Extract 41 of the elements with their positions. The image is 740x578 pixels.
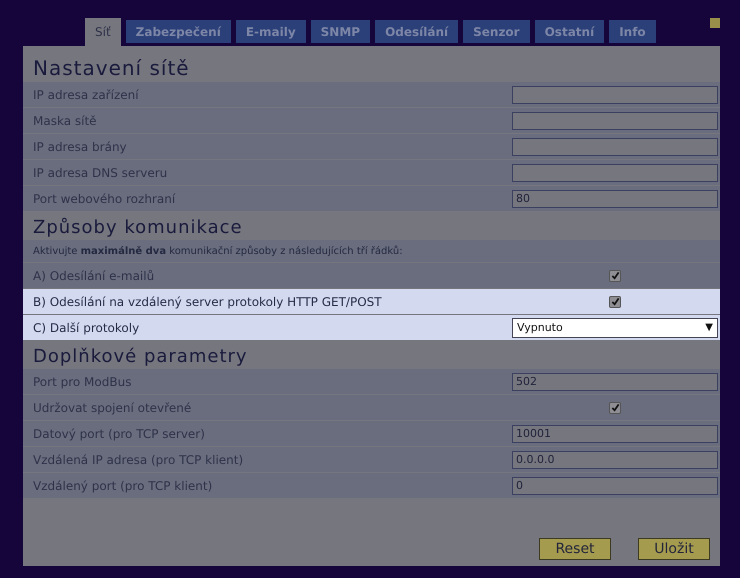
field-label: Datový port (pro TCP server) bbox=[33, 426, 205, 440]
field-label: IP adresa zařízení bbox=[33, 88, 139, 102]
field-label: Maska sítě bbox=[33, 114, 97, 128]
tab[interactable]: Senzor bbox=[463, 20, 530, 43]
input-field[interactable]: 0 bbox=[512, 476, 718, 494]
tab[interactable]: Info bbox=[609, 20, 656, 43]
field-label: Vzdálený port (pro TCP klient) bbox=[33, 478, 212, 492]
field-label: A) Odesílání e-mailů bbox=[33, 268, 154, 282]
tab[interactable]: E-maily bbox=[236, 20, 306, 43]
checkbox[interactable] bbox=[609, 270, 621, 282]
input-field[interactable]: 0.0.0.0 bbox=[512, 450, 718, 468]
input-field[interactable] bbox=[512, 164, 718, 182]
input-field[interactable]: 10001 bbox=[512, 424, 718, 442]
tab[interactable]: Odesílání bbox=[375, 20, 458, 43]
tab[interactable]: Síť bbox=[85, 18, 121, 46]
field-label: Vzdálená IP adresa (pro TCP klient) bbox=[33, 452, 244, 466]
field-label: Udržovat spojení otevřené bbox=[33, 400, 192, 414]
checkbox[interactable] bbox=[609, 296, 621, 308]
tab[interactable]: Zabezpečení bbox=[126, 20, 231, 43]
input-field[interactable] bbox=[512, 112, 718, 130]
field-label: C) Další protokoly bbox=[33, 320, 140, 334]
field-label: IP adresa brány bbox=[33, 140, 127, 154]
action-button[interactable]: Uložit bbox=[638, 538, 710, 560]
square-icon bbox=[710, 18, 720, 28]
section-title: Doplňkové parametry bbox=[32, 344, 249, 368]
field-label: B) Odesílání na vzdálený server protokoly HTTP GET/POST bbox=[33, 294, 382, 308]
tab[interactable]: SNMP bbox=[310, 20, 370, 43]
field-label: IP adresa DNS serveru bbox=[33, 166, 168, 180]
input-field[interactable]: 502 bbox=[512, 372, 718, 390]
input-field[interactable]: 80 bbox=[512, 190, 718, 208]
action-button[interactable]: Reset bbox=[539, 538, 611, 560]
section-title: Nastavení sítě bbox=[32, 55, 191, 82]
dropdown[interactable]: Vypnuto ▼ bbox=[512, 318, 718, 338]
tab[interactable]: Ostatní bbox=[534, 20, 604, 43]
input-field[interactable] bbox=[512, 86, 718, 104]
input-field[interactable] bbox=[512, 138, 718, 156]
checkbox[interactable] bbox=[609, 402, 621, 414]
field-label: Port pro ModBus bbox=[33, 374, 132, 388]
field-label: Port webového rozhraní bbox=[33, 192, 176, 206]
instruction-text: Aktivujte maximálně dva komunikační způsoby z následujících tří řádků: bbox=[33, 246, 403, 256]
section-title: Způsoby komunikace bbox=[32, 216, 244, 240]
